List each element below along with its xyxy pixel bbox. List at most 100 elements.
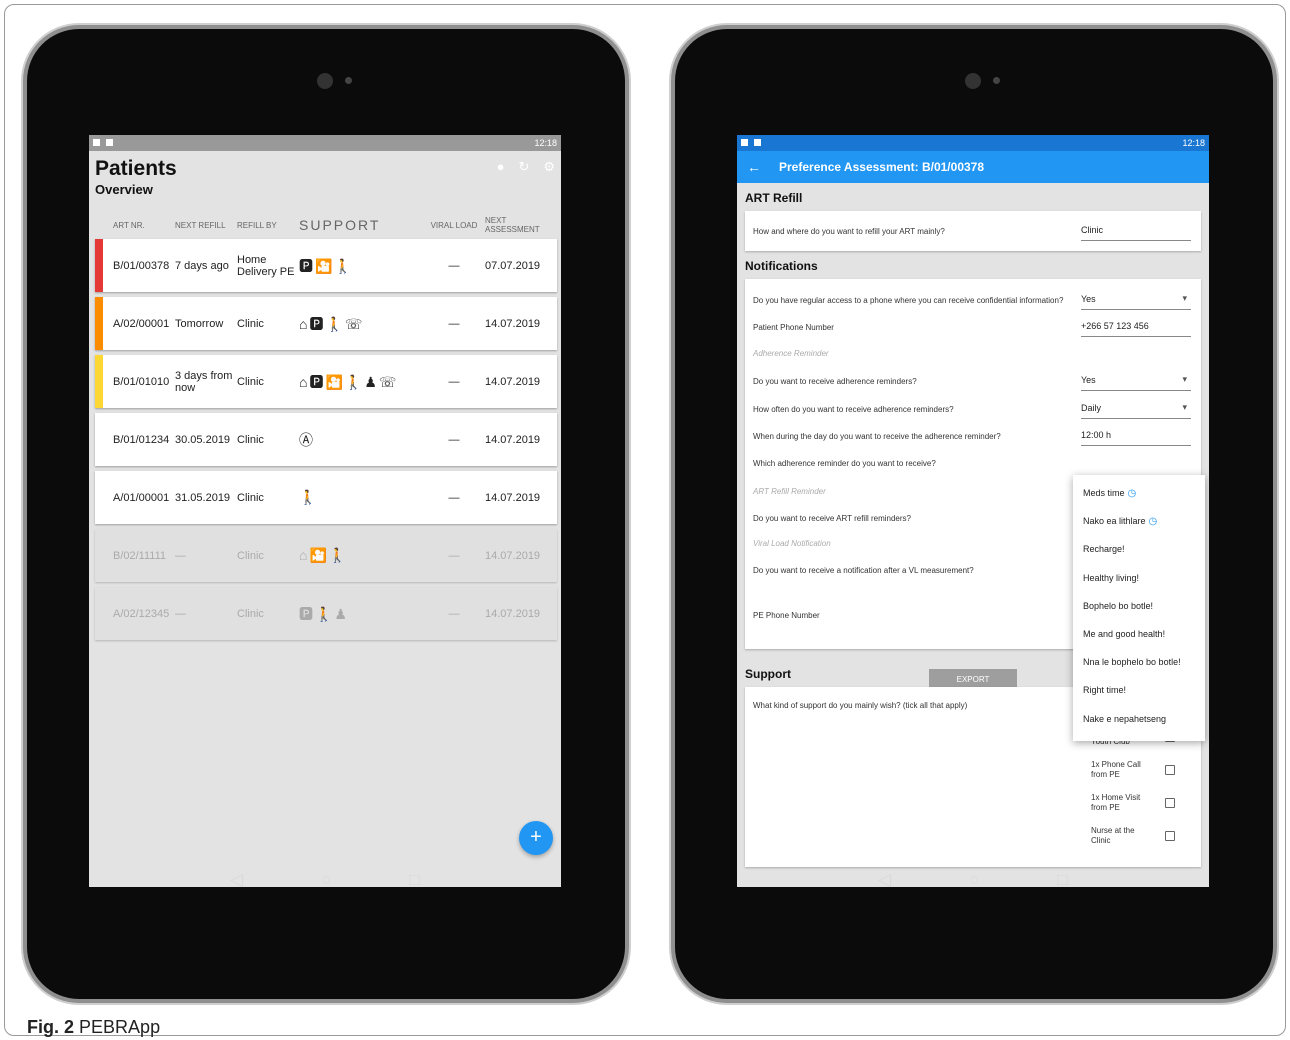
- home-nav-icon[interactable]: ○: [969, 870, 979, 890]
- home-nav-icon[interactable]: ○: [321, 870, 331, 890]
- menu-item-label: Nako ea lithlare: [1083, 516, 1146, 527]
- back-nav-icon[interactable]: ◁: [230, 870, 243, 890]
- status-bar-indicator: [95, 297, 103, 350]
- tablet-left: 12:18 Patients Overview ● ↻ ⚙ ART NR. NE…: [27, 29, 625, 999]
- figure-caption: Fig. 2 PEBRApp: [27, 1017, 160, 1038]
- support-checkbox[interactable]: [1165, 830, 1175, 841]
- cell-next-refill: 31.05.2019: [175, 491, 231, 504]
- menu-item-label: Nake e nepahetseng: [1083, 713, 1167, 724]
- cell-next-refill: Tomorrow: [175, 317, 224, 330]
- section-art-refill: ART Refill: [745, 191, 803, 205]
- menu-item[interactable]: Meds time ◷: [1073, 479, 1205, 507]
- menu-item-label: Me and good health!: [1083, 629, 1166, 640]
- caption-text: PEBRApp: [79, 1017, 161, 1037]
- cell-support-icons: ⌂🅿🚶☏: [299, 315, 365, 332]
- caption-label: Fig. 2: [27, 1017, 75, 1037]
- table-row[interactable]: A/01/00001 31.05.2019 Clinic 🚶 — 14.07.2019: [95, 471, 557, 524]
- reminder-time-field[interactable]: 12:00 h: [1081, 426, 1191, 446]
- cell-refill-by: Clinic: [237, 433, 264, 446]
- cell-viral-load: —: [448, 549, 460, 562]
- patients-screen: 12:18 Patients Overview ● ↻ ⚙ ART NR. NE…: [89, 135, 561, 887]
- art-refill-card: How and where do you want to refill your…: [745, 211, 1201, 251]
- question-label: When during the day do you want to recei…: [753, 431, 1001, 441]
- patient-phone-field[interactable]: +266 57 123 456: [1081, 317, 1191, 337]
- sensor: [993, 77, 1000, 84]
- cell-viral-load: —: [448, 375, 460, 388]
- adherence-reminder-select[interactable]: Yes: [1081, 371, 1191, 391]
- cell-refill-by: Clinic: [237, 317, 264, 330]
- recents-nav-icon[interactable]: □: [410, 870, 420, 890]
- menu-item[interactable]: Healthy living!: [1073, 564, 1205, 592]
- question-label: PE Phone Number: [753, 610, 820, 620]
- cell-art: A/02/12345: [113, 607, 170, 620]
- cell-next-refill: —: [175, 607, 186, 620]
- menu-item[interactable]: Nna le bophelo bo botle!: [1073, 648, 1205, 676]
- col-refill-by: REFILL BY: [237, 220, 277, 230]
- status-bar: 12:18: [89, 135, 561, 151]
- add-patient-button[interactable]: +: [519, 821, 553, 855]
- status-bar: 12:18: [737, 135, 1209, 151]
- table-row[interactable]: B/01/01010 3 days from now Clinic ⌂🅿🎦🚶♟☏ — 14…: [95, 355, 557, 408]
- section-notifications: Notifications: [745, 259, 818, 273]
- menu-item[interactable]: Bophelo bo botle!: [1073, 592, 1205, 620]
- sensor: [345, 77, 352, 84]
- table-row[interactable]: B/01/01234 30.05.2019 Clinic Ⓐ — 14.07.2019: [95, 413, 557, 466]
- table-row[interactable]: A/02/12345 — Clinic 🅿🚶♟ — 14.07.2019: [95, 587, 557, 640]
- cell-art: B/01/01010: [113, 375, 170, 388]
- menu-item-label: Nna le bophelo bo botle!: [1083, 657, 1181, 668]
- reminder-message-menu: Meds time ◷ Nako ea lithlare ◷ Recharge! Heal…: [1073, 475, 1205, 741]
- cell-art: B/01/00378: [113, 259, 170, 272]
- question-label: Do you want to receive ART refill remind…: [753, 513, 911, 523]
- android-nav: ◁ ○ □: [89, 865, 561, 895]
- table-header: ART NR. NEXT REFILL REFILL BY SUPPORT VI…: [89, 211, 561, 239]
- cell-support-icons: 🅿🚶♟: [299, 605, 349, 622]
- phone-access-select[interactable]: Yes: [1081, 290, 1191, 310]
- info-icon[interactable]: ●: [497, 159, 505, 175]
- menu-item-label: Bophelo bo botle!: [1083, 600, 1154, 611]
- cell-art: A/01/00001: [113, 491, 170, 504]
- support-option: 1x Home Visit from PE: [1091, 786, 1175, 819]
- menu-item-label: Healthy living!: [1083, 572, 1140, 583]
- menu-item[interactable]: Nako ea lithlare ◷: [1073, 507, 1205, 535]
- cell-art: A/02/00001: [113, 317, 170, 330]
- reminder-frequency-select[interactable]: Daily: [1081, 399, 1191, 419]
- menu-item[interactable]: Recharge!: [1073, 535, 1205, 563]
- menu-item[interactable]: Right time!: [1073, 676, 1205, 704]
- cell-next-refill: 3 days from now: [175, 369, 233, 394]
- cell-art: B/01/01234: [113, 433, 170, 446]
- table-row[interactable]: B/01/00378 7 days ago Home Delivery PE 🅿🎦🚶 —…: [95, 239, 557, 292]
- cell-next-refill: 30.05.2019: [175, 433, 231, 446]
- camera: [965, 73, 981, 89]
- tablet-right: 12:18 ← Preference Assessment: B/01/0037…: [675, 29, 1273, 999]
- col-viral-load: VIRAL LOAD: [430, 220, 478, 230]
- recents-nav-icon[interactable]: □: [1058, 870, 1068, 890]
- page-title: Patients: [95, 157, 177, 180]
- gear-icon[interactable]: ⚙: [543, 159, 555, 175]
- cell-viral-load: —: [448, 607, 460, 620]
- back-arrow-icon[interactable]: ←: [747, 159, 761, 175]
- refresh-icon[interactable]: ↻: [518, 159, 529, 175]
- menu-item[interactable]: Me and good health!: [1073, 620, 1205, 648]
- cell-support-icons: ⌂🅿🎦🚶♟☏: [299, 373, 399, 390]
- support-checkbox[interactable]: [1165, 797, 1175, 808]
- support-checkbox[interactable]: [1165, 764, 1175, 775]
- clock-icon: ◷: [1127, 487, 1137, 499]
- question-label: Do you have regular access to a phone wh…: [753, 295, 1064, 305]
- table-row[interactable]: B/02/11111 — Clinic ⌂🎦🚶 — 14.07.2019: [95, 529, 557, 582]
- cell-support-icons: 🅿🎦🚶: [299, 257, 354, 274]
- refill-place-field[interactable]: Clinic: [1081, 221, 1191, 241]
- cell-support-icons: 🚶: [299, 489, 319, 505]
- menu-item[interactable]: Nake e nepahetseng: [1073, 705, 1205, 733]
- table-row[interactable]: A/02/00001 Tomorrow Clinic ⌂🅿🚶☏ — 14.07.2019: [95, 297, 557, 350]
- cell-viral-load: —: [448, 433, 460, 446]
- status-bar-indicator: [95, 239, 103, 292]
- col-refill: NEXT REFILL: [175, 220, 226, 230]
- cell-next-refill: 7 days ago: [175, 259, 229, 272]
- app-bar: ← Preference Assessment: B/01/00378: [737, 151, 1209, 183]
- cell-refill-by: Clinic: [237, 607, 264, 620]
- patient-list: B/01/00378 7 days ago Home Delivery PE 🅿🎦🚶 —…: [89, 239, 561, 640]
- status-time: 12:18: [534, 138, 557, 148]
- back-nav-icon[interactable]: ◁: [878, 870, 891, 890]
- menu-item-label: Recharge!: [1083, 544, 1125, 555]
- app-bar-title: Preference Assessment: B/01/00378: [779, 160, 985, 174]
